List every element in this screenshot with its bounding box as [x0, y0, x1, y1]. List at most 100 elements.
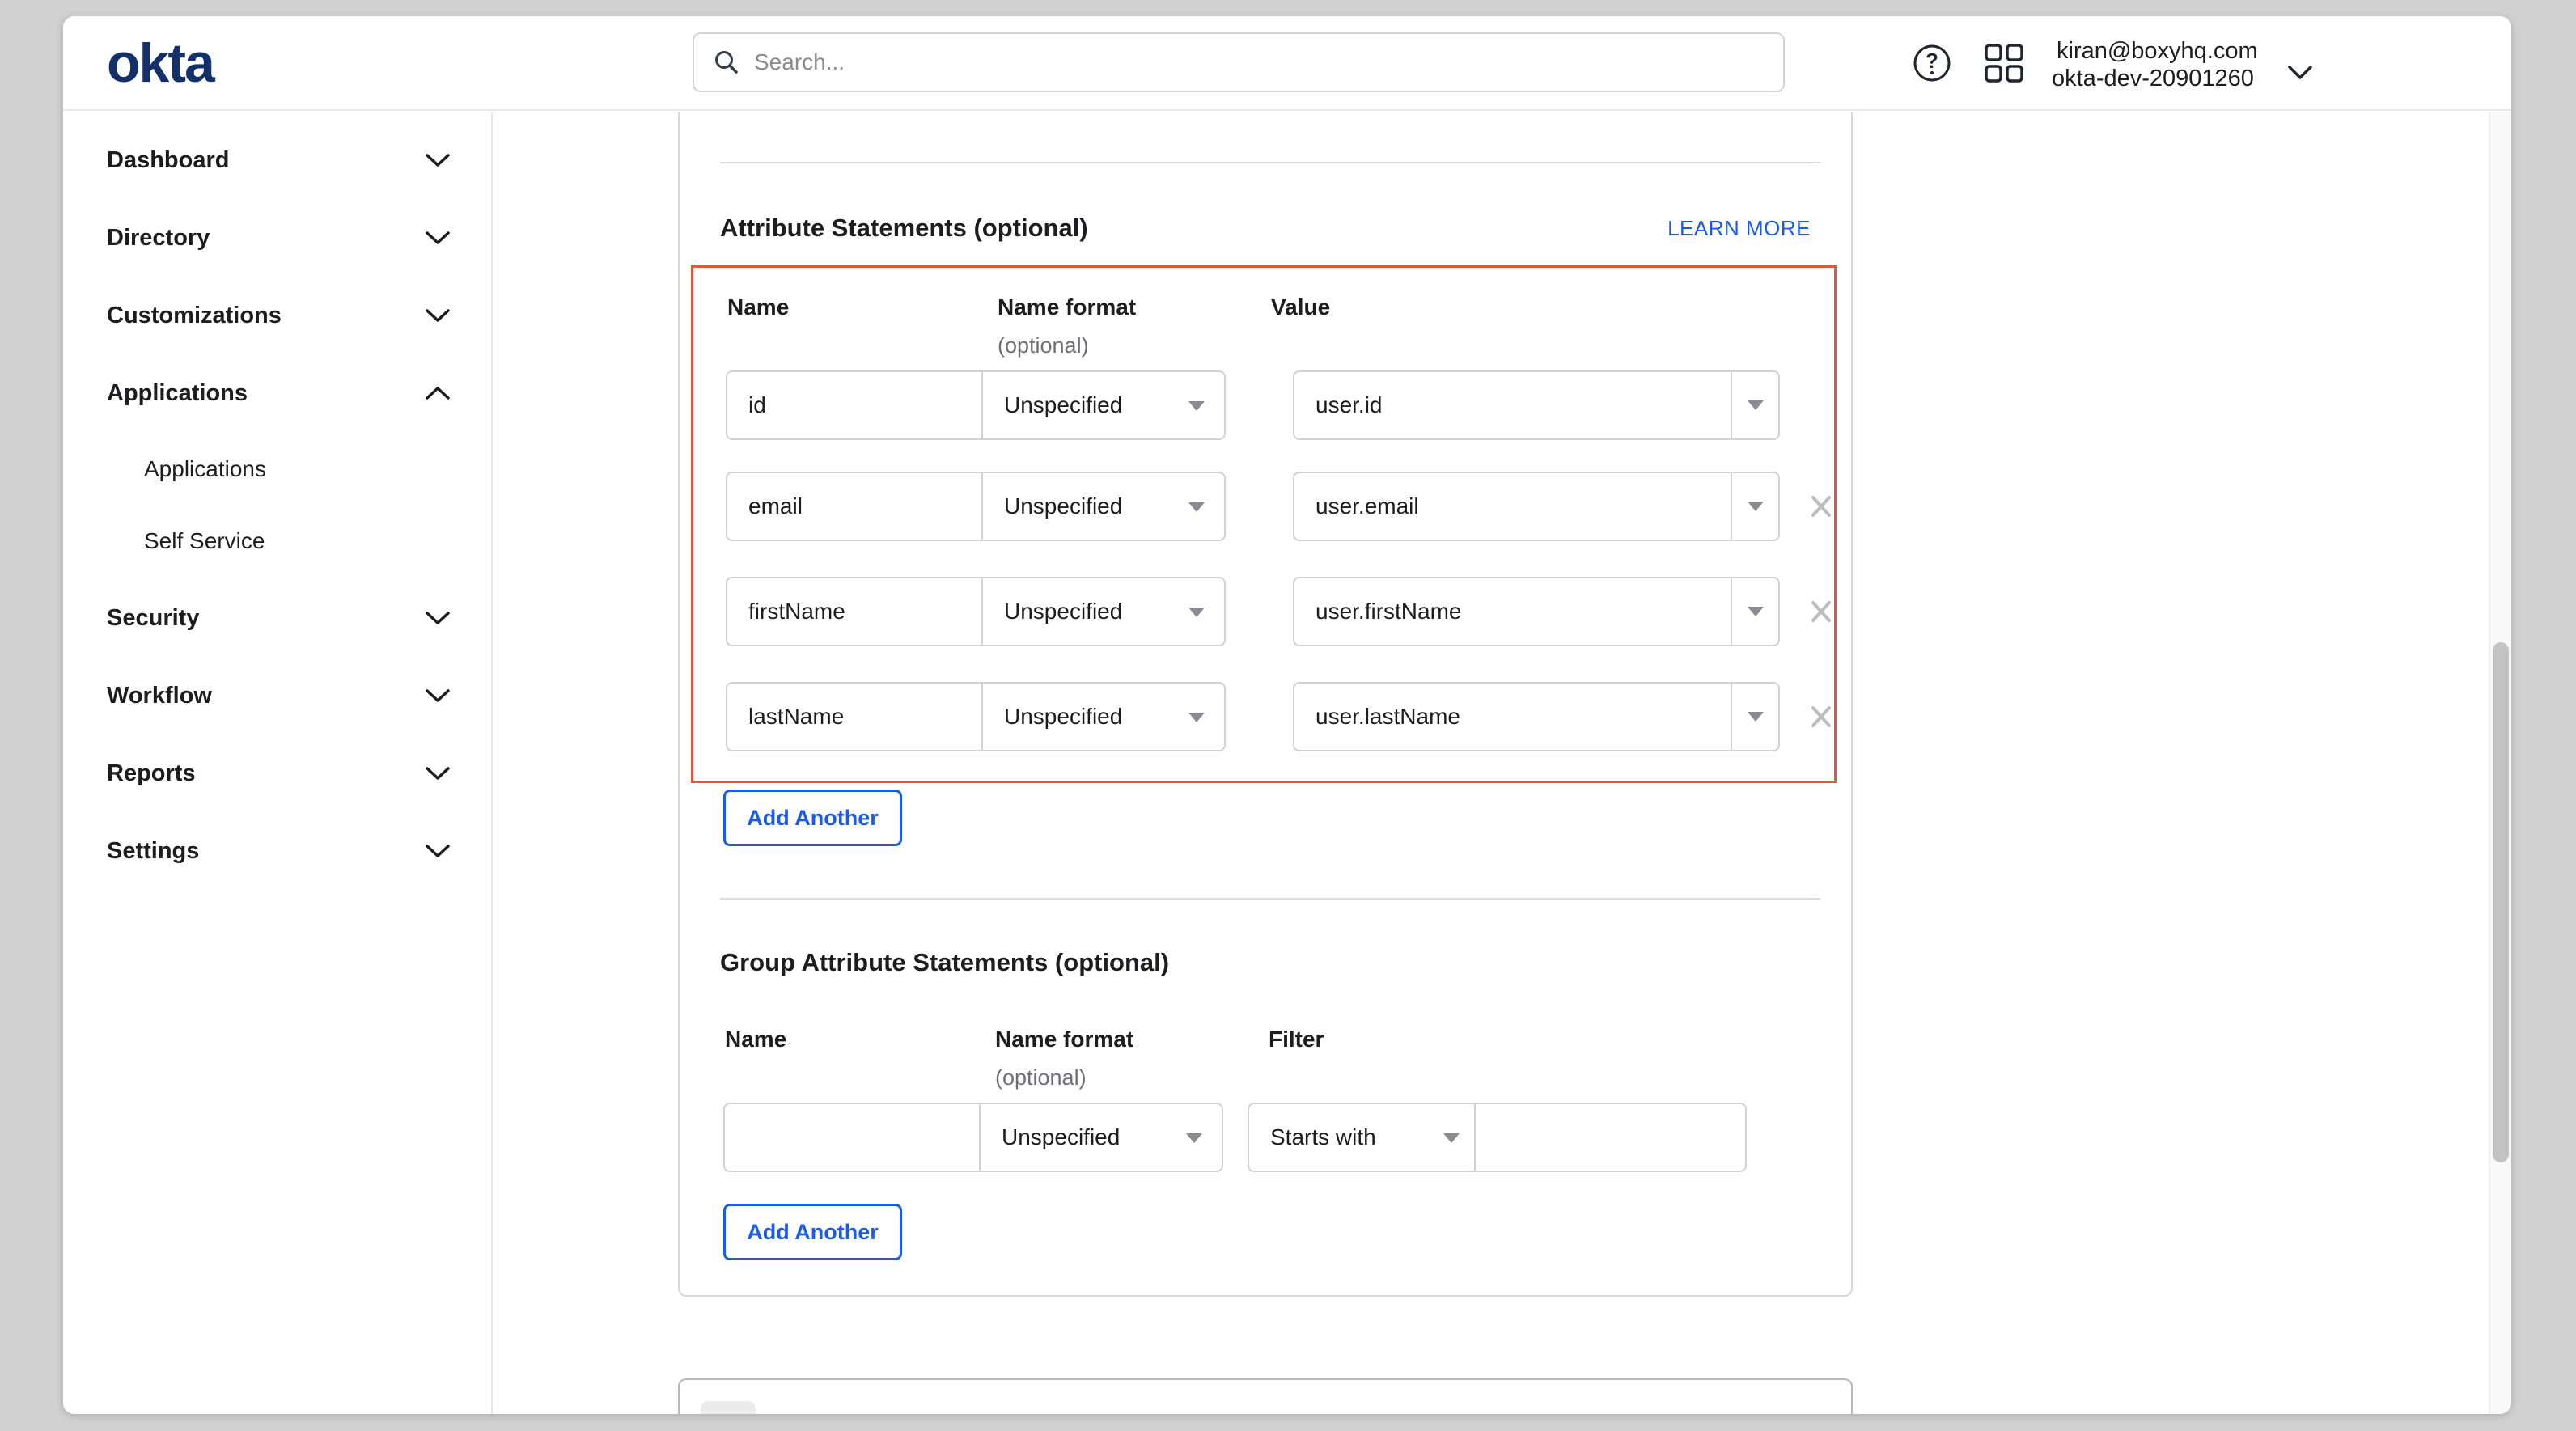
chevron-down-icon: [423, 686, 452, 705]
value-dropdown-toggle[interactable]: [1732, 684, 1778, 750]
column-header-value: Value: [1271, 293, 1330, 322]
remove-row-icon[interactable]: [1807, 597, 1836, 626]
column-header-name: Name: [727, 293, 789, 322]
chevron-down-icon: [423, 841, 452, 861]
user-menu-chevron-down-icon[interactable]: [2285, 61, 2315, 83]
name-format-select[interactable]: Unspecified: [983, 578, 1224, 645]
filter-value-field[interactable]: [1476, 1104, 1745, 1171]
scrollbar-track[interactable]: [2489, 112, 2511, 1414]
attribute-value-field[interactable]: [1294, 473, 1732, 540]
main-content: Attribute Statements (optional) LEARN MO…: [494, 112, 2489, 1414]
value-dropdown-toggle[interactable]: [1732, 578, 1778, 645]
column-header-filter: Filter: [1269, 1025, 1324, 1054]
group-name-field[interactable]: [725, 1104, 981, 1171]
add-another-attribute-button[interactable]: Add Another: [723, 790, 902, 846]
sidebar-nav: Dashboard Directory Customizations Appli…: [63, 112, 493, 1414]
value-dropdown-toggle[interactable]: [1732, 372, 1778, 438]
chevron-down-icon: [1443, 1133, 1460, 1143]
name-format-select[interactable]: Unspecified: [983, 473, 1224, 540]
chevron-down-icon: [423, 764, 452, 783]
group-attribute-statements-title: Group Attribute Statements (optional): [720, 945, 1169, 980]
section-divider: [720, 162, 1820, 163]
next-section-card: [678, 1378, 1853, 1414]
attribute-value-input[interactable]: [1294, 704, 1731, 730]
column-header-format-note: (optional): [998, 331, 1089, 360]
attribute-name-input[interactable]: [727, 704, 981, 730]
sidebar-item-self-service[interactable]: Self Service: [63, 525, 491, 557]
chevron-down-icon: [1748, 607, 1764, 616]
sidebar-item-applications[interactable]: Applications: [63, 377, 491, 409]
help-icon[interactable]: ?: [1912, 43, 1952, 83]
svg-text:?: ?: [1926, 49, 1938, 73]
attribute-name-input[interactable]: [727, 493, 981, 519]
group-name-input[interactable]: [725, 1124, 979, 1150]
attribute-name-input[interactable]: [727, 392, 981, 418]
next-section-icon-placeholder: [701, 1401, 756, 1414]
saml-settings-card: Attribute Statements (optional) LEARN MO…: [678, 112, 1853, 1297]
attribute-row: Unspecified: [726, 682, 1839, 751]
user-org: okta-dev-20901260: [2052, 65, 2258, 92]
value-dropdown-toggle[interactable]: [1732, 473, 1778, 540]
attribute-value-input[interactable]: [1294, 493, 1731, 519]
attribute-name-field[interactable]: [727, 372, 983, 438]
name-format-select[interactable]: Unspecified: [983, 684, 1224, 750]
chevron-down-icon: [1188, 502, 1205, 512]
attribute-statements-highlight-box: Name Name format (optional) Value Unspec…: [691, 265, 1837, 783]
attribute-value-input[interactable]: [1294, 599, 1731, 624]
column-header-format: Name format: [998, 293, 1136, 322]
sidebar-item-settings[interactable]: Settings: [63, 835, 491, 867]
chevron-down-icon: [1188, 608, 1205, 617]
remove-row-icon[interactable]: [1807, 492, 1836, 521]
chevron-down-icon: [1748, 400, 1764, 410]
filter-value-input[interactable]: [1476, 1124, 1745, 1150]
attribute-value-field[interactable]: [1294, 684, 1732, 750]
sidebar-item-directory[interactable]: Directory: [63, 222, 491, 254]
sidebar-item-applications-sub[interactable]: Applications: [63, 453, 491, 485]
user-email: kiran@boxyhq.com: [2052, 37, 2258, 65]
attribute-name-field[interactable]: [727, 684, 983, 750]
sidebar-item-customizations[interactable]: Customizations: [63, 299, 491, 332]
chevron-down-icon: [423, 608, 452, 628]
apps-grid-icon[interactable]: [1984, 43, 2024, 83]
column-header-format-note: (optional): [995, 1063, 1087, 1092]
chevron-down-icon: [1748, 502, 1764, 511]
search-input[interactable]: [754, 38, 1783, 87]
filter-type-select[interactable]: Starts with: [1249, 1104, 1476, 1171]
attribute-row: Unspecified: [726, 472, 1839, 541]
group-name-format-select[interactable]: Unspecified: [981, 1104, 1222, 1171]
sidebar-item-dashboard[interactable]: Dashboard: [63, 144, 491, 176]
user-menu[interactable]: kiran@boxyhq.com okta-dev-20901260: [2052, 37, 2258, 92]
column-header-name: Name: [725, 1025, 786, 1054]
learn-more-link[interactable]: LEARN MORE: [1667, 216, 1811, 241]
attribute-name-field[interactable]: [727, 578, 983, 645]
attribute-statements-title: Attribute Statements (optional): [720, 210, 1088, 246]
attribute-row: Unspecified: [726, 370, 1839, 440]
chevron-down-icon: [1188, 713, 1205, 722]
top-bar: okta ?: [63, 16, 2511, 111]
chevron-down-icon: [1186, 1133, 1202, 1143]
global-search[interactable]: [693, 32, 1785, 92]
attribute-value-field[interactable]: [1294, 372, 1732, 438]
remove-row-icon[interactable]: [1807, 702, 1836, 731]
chevron-down-icon: [1748, 712, 1764, 722]
attribute-name-input[interactable]: [727, 599, 981, 624]
section-divider: [720, 898, 1820, 900]
chevron-up-icon: [423, 383, 452, 403]
okta-logo[interactable]: okta: [107, 36, 214, 91]
search-icon: [712, 48, 741, 77]
sidebar-item-security[interactable]: Security: [63, 602, 491, 634]
sidebar-item-reports[interactable]: Reports: [63, 757, 491, 790]
attribute-value-field[interactable]: [1294, 578, 1732, 645]
group-attribute-row: Unspecified Starts with: [723, 1103, 1837, 1172]
sidebar-item-workflow[interactable]: Workflow: [63, 680, 491, 712]
column-header-format: Name format: [995, 1025, 1133, 1054]
add-another-group-attribute-button[interactable]: Add Another: [723, 1204, 902, 1260]
admin-console-window: okta ?: [63, 16, 2511, 1414]
chevron-down-icon: [1188, 401, 1205, 411]
name-format-select[interactable]: Unspecified: [983, 372, 1224, 438]
chevron-down-icon: [423, 150, 452, 170]
chevron-down-icon: [423, 306, 452, 325]
attribute-value-input[interactable]: [1294, 392, 1731, 418]
scrollbar-thumb[interactable]: [2493, 642, 2509, 1162]
attribute-name-field[interactable]: [727, 473, 983, 540]
